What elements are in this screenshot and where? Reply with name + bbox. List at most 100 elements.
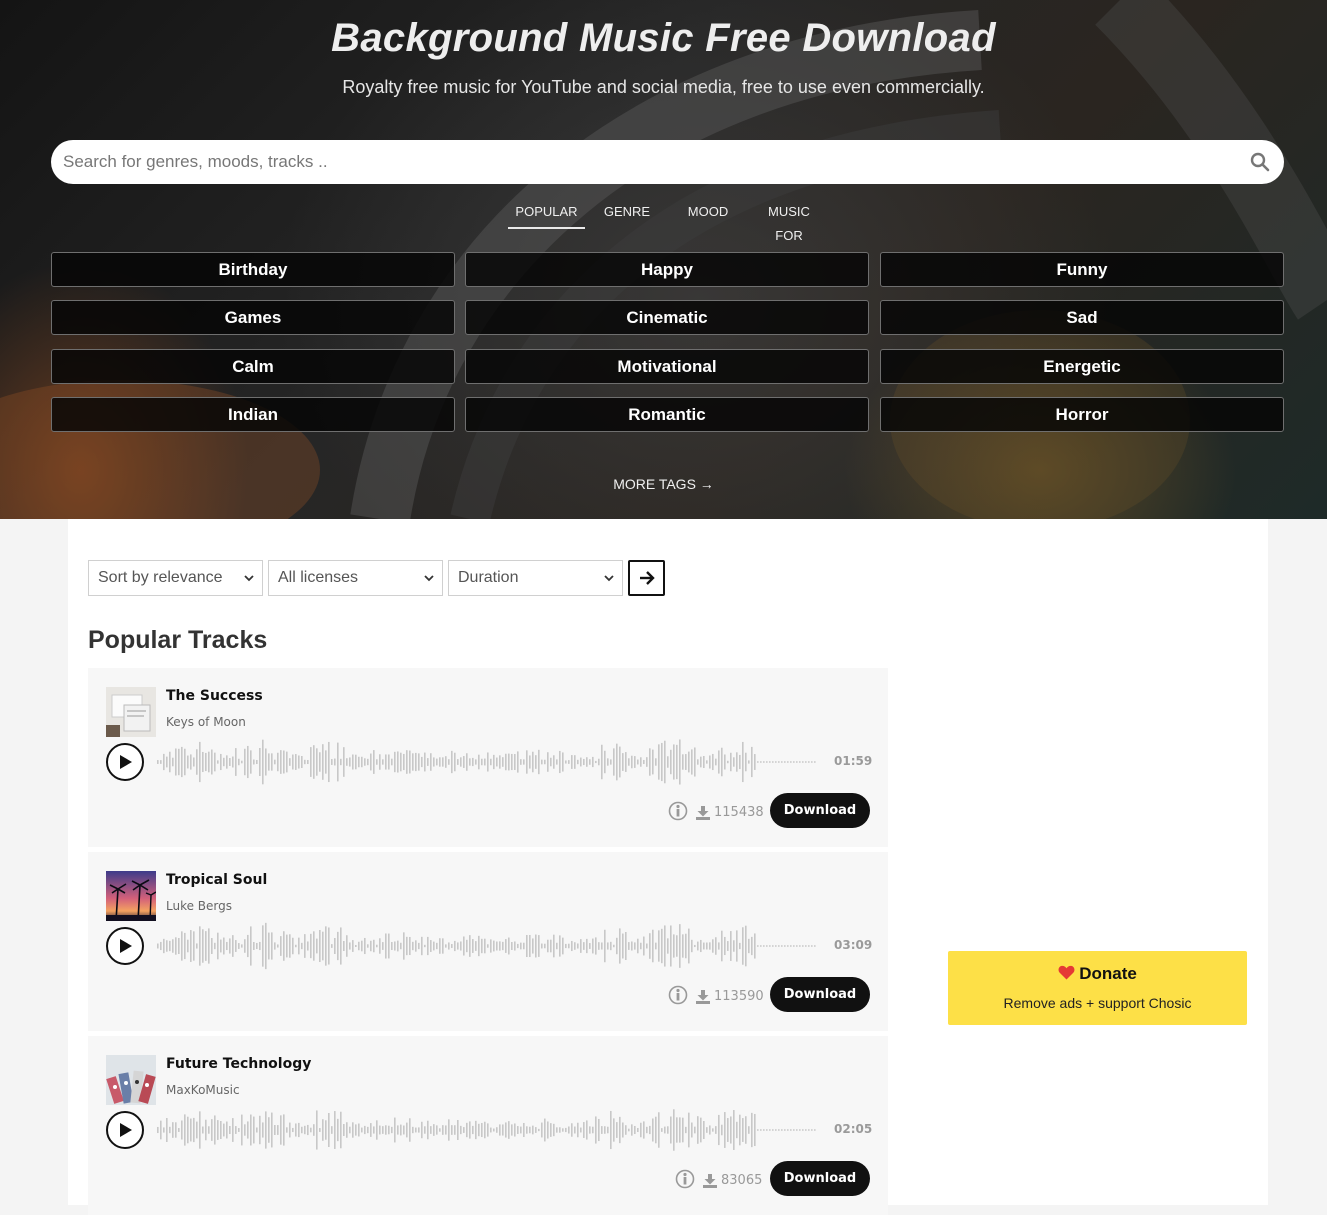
tag-romantic[interactable]: Romantic (465, 397, 869, 432)
tab-popular[interactable]: POPULAR (508, 200, 585, 229)
waveform-bar (214, 942, 216, 950)
tag-calm[interactable]: Calm (51, 349, 455, 384)
waveform-bar (763, 945, 765, 947)
waveform[interactable] (156, 1105, 828, 1155)
waveform[interactable] (156, 921, 828, 971)
waveform-bar (700, 939, 702, 953)
waveform-bar (505, 753, 507, 771)
duration-select[interactable]: Duration (448, 560, 623, 596)
waveform-bar (220, 939, 222, 953)
waveform-bar (634, 1125, 636, 1135)
waveform-bar (598, 942, 600, 950)
waveform-bar (628, 1128, 630, 1132)
waveform-bar (160, 760, 162, 764)
waveform-bar (568, 760, 570, 764)
waveform-bar (742, 927, 744, 965)
tag-energetic[interactable]: Energetic (880, 349, 1284, 384)
waveform-bar (775, 1129, 777, 1131)
waveform-bar (265, 748, 267, 776)
waveform-bar (187, 755, 189, 769)
tab-mood[interactable]: MOOD (678, 200, 738, 224)
waveform-bar (652, 749, 654, 775)
waveform-bar (187, 939, 189, 953)
sort-select[interactable]: Sort by relevance (88, 560, 263, 596)
waveform-bar (694, 747, 696, 777)
waveform-bar (559, 1127, 561, 1133)
play-button[interactable] (106, 743, 144, 781)
waveform-bar (469, 935, 471, 957)
tab-music-for[interactable]: MUSIC FOR (759, 200, 819, 248)
tag-happy[interactable]: Happy (465, 252, 869, 287)
waveform-bar (610, 759, 612, 765)
waveform-bar (430, 1126, 432, 1134)
track-duration: 02:05 (834, 1122, 873, 1136)
download-button[interactable]: Download (770, 1161, 870, 1196)
apply-filters-button[interactable] (628, 560, 665, 596)
waveform-bar (607, 942, 609, 950)
tag-sad[interactable]: Sad (880, 300, 1284, 335)
waveform-bar (358, 756, 360, 768)
search-input[interactable] (51, 140, 1231, 184)
waveform-bar (562, 752, 564, 772)
waveform-bar (811, 945, 813, 947)
track-artist[interactable]: MaxKoMusic (166, 1083, 240, 1097)
tag-cinematic[interactable]: Cinematic (465, 300, 869, 335)
waveform-bar (637, 1127, 639, 1133)
tag-horror[interactable]: Horror (880, 397, 1284, 432)
download-button[interactable]: Download (770, 793, 870, 828)
waveform-bar (559, 935, 561, 957)
waveform-bar (421, 1121, 423, 1139)
tag-games[interactable]: Games (51, 300, 455, 335)
license-info-icon[interactable] (668, 801, 688, 821)
waveform-bar (394, 751, 396, 773)
waveform-bar (538, 1128, 540, 1132)
tag-birthday[interactable]: Birthday (51, 252, 455, 287)
track-artist[interactable]: Luke Bergs (166, 899, 232, 913)
waveform-bar (289, 758, 291, 766)
track-title[interactable]: Tropical Soul (166, 872, 267, 888)
waveform-bar (703, 756, 705, 768)
waveform-bar (454, 1125, 456, 1135)
waveform-bar (529, 1126, 531, 1134)
download-count: 113590 (714, 989, 764, 1004)
donate-button[interactable]: Donate Remove ads + support Chosic (948, 951, 1247, 1025)
track-title[interactable]: The Success (166, 688, 263, 704)
tab-genre[interactable]: GENRE (597, 200, 657, 224)
play-button[interactable] (106, 927, 144, 965)
waveform-bar (355, 944, 357, 948)
tag-motivational[interactable]: Motivational (465, 349, 869, 384)
waveform-bar (412, 1126, 414, 1134)
waveform-bar (442, 938, 444, 954)
more-tags-link[interactable]: MORE TAGS → (0, 476, 1327, 492)
track-artist[interactable]: Keys of Moon (166, 715, 246, 729)
license-info-icon[interactable] (668, 985, 688, 1005)
waveform-bar (181, 746, 183, 778)
play-button[interactable] (106, 1111, 144, 1149)
waveform-bar (670, 1116, 672, 1144)
tag-funny[interactable]: Funny (880, 252, 1284, 287)
waveform-bar (541, 1122, 543, 1138)
waveform-bar (772, 1129, 774, 1131)
waveform-bar (622, 933, 624, 959)
waveform-bar (346, 935, 348, 957)
search-icon[interactable] (1250, 152, 1270, 172)
tag-indian[interactable]: Indian (51, 397, 455, 432)
waveform-bar (508, 753, 510, 771)
waveform-bar (745, 1116, 747, 1144)
track-title[interactable]: Future Technology (166, 1056, 311, 1072)
waveform-bar (319, 752, 321, 772)
waveform-bar (214, 1115, 216, 1145)
waveform-bar (274, 759, 276, 765)
waveform-bar (604, 929, 606, 963)
track-duration: 01:59 (834, 754, 873, 768)
waveform[interactable] (156, 737, 828, 787)
waveform-bar (781, 945, 783, 947)
download-button[interactable]: Download (770, 977, 870, 1012)
waveform-bar (697, 941, 699, 951)
waveform-bar (526, 750, 528, 774)
waveform-bar (586, 1120, 588, 1140)
waveform-bar (742, 741, 744, 783)
license-info-icon[interactable] (675, 1169, 695, 1189)
license-select[interactable]: All licenses (268, 560, 443, 596)
waveform-bar (160, 1120, 162, 1140)
